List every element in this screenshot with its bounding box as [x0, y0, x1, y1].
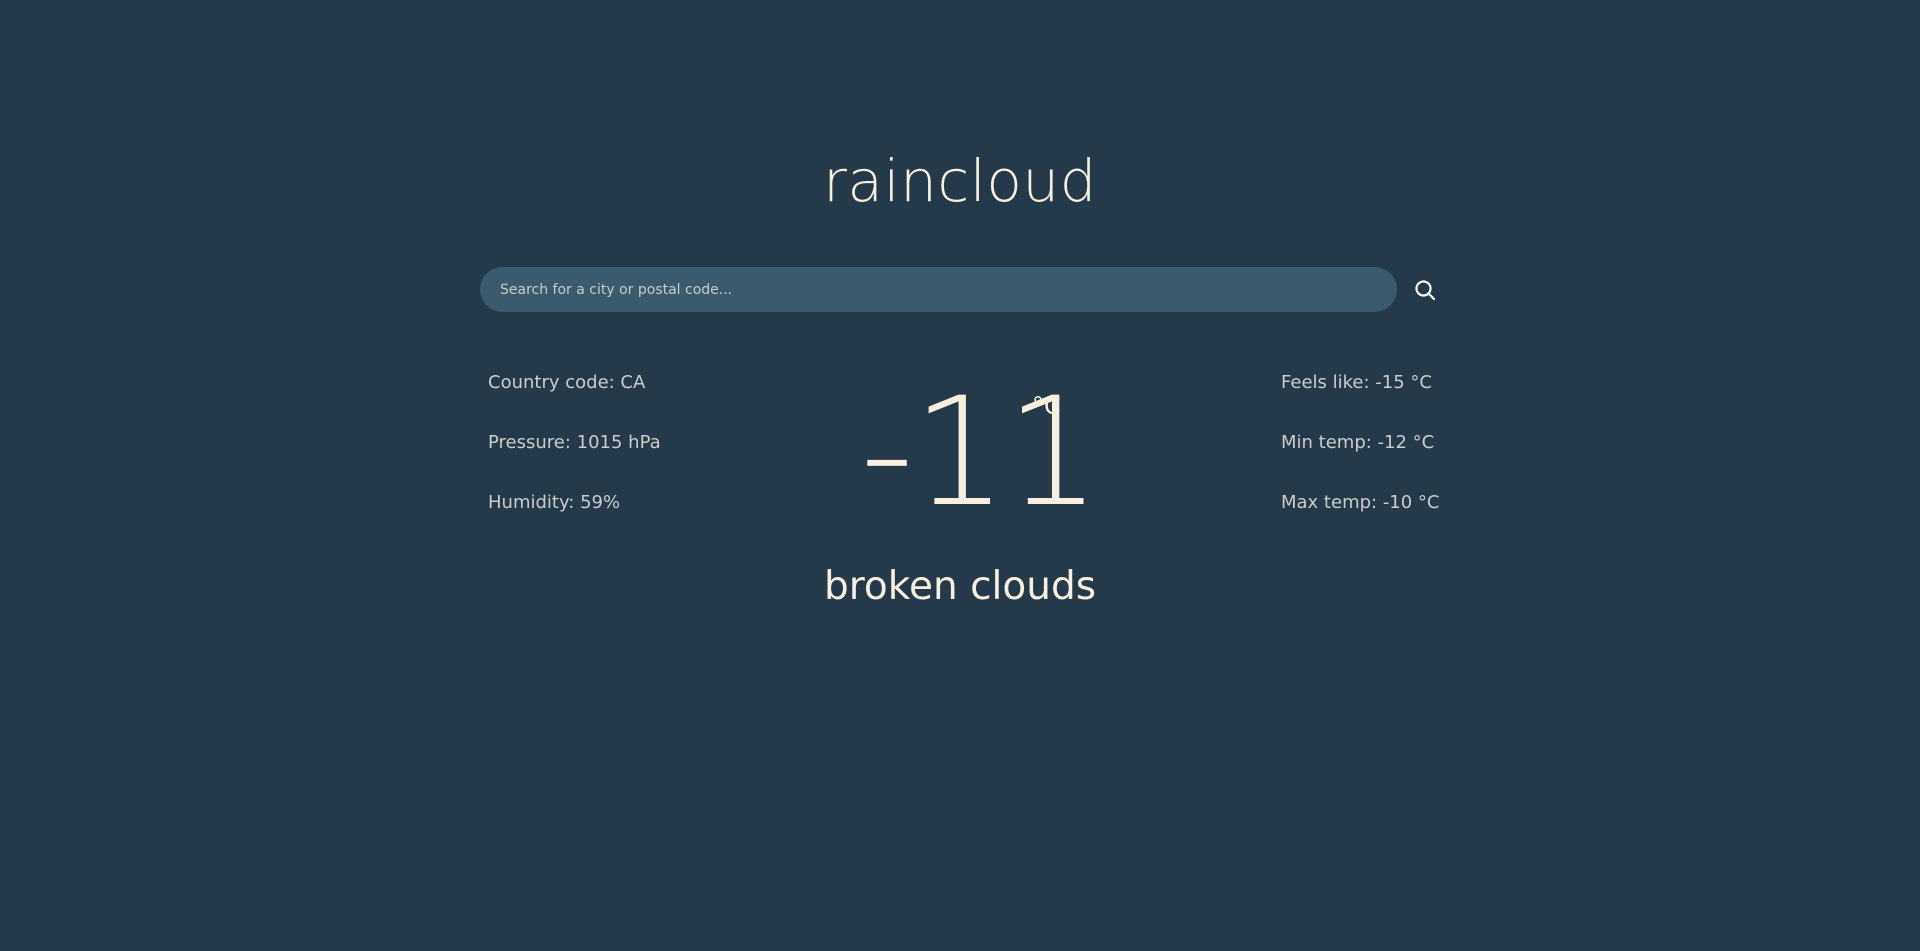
weather-app: raincloud Country code: CA Pressure: 101…	[0, 0, 1920, 951]
app-title: raincloud	[823, 147, 1097, 215]
max-temp: Max temp: -10 °C	[1281, 492, 1440, 513]
pressure: Pressure: 1015 hPa	[488, 432, 661, 453]
min-temp: Min temp: -12 °C	[1281, 432, 1435, 453]
feels-like: Feels like: -15 °C	[1281, 372, 1432, 393]
country-code: Country code: CA	[488, 372, 646, 393]
temperature-unit: °C	[1032, 392, 1061, 420]
search-icon	[1413, 278, 1437, 302]
humidity: Humidity: 59%	[488, 492, 621, 513]
search-bar	[480, 267, 1440, 312]
temperature-display: -11 °C	[860, 378, 1101, 528]
temperature-value: -11	[860, 366, 1101, 540]
weather-condition: broken clouds	[823, 564, 1097, 609]
search-input[interactable]	[480, 267, 1397, 312]
search-button[interactable]	[1405, 267, 1445, 312]
